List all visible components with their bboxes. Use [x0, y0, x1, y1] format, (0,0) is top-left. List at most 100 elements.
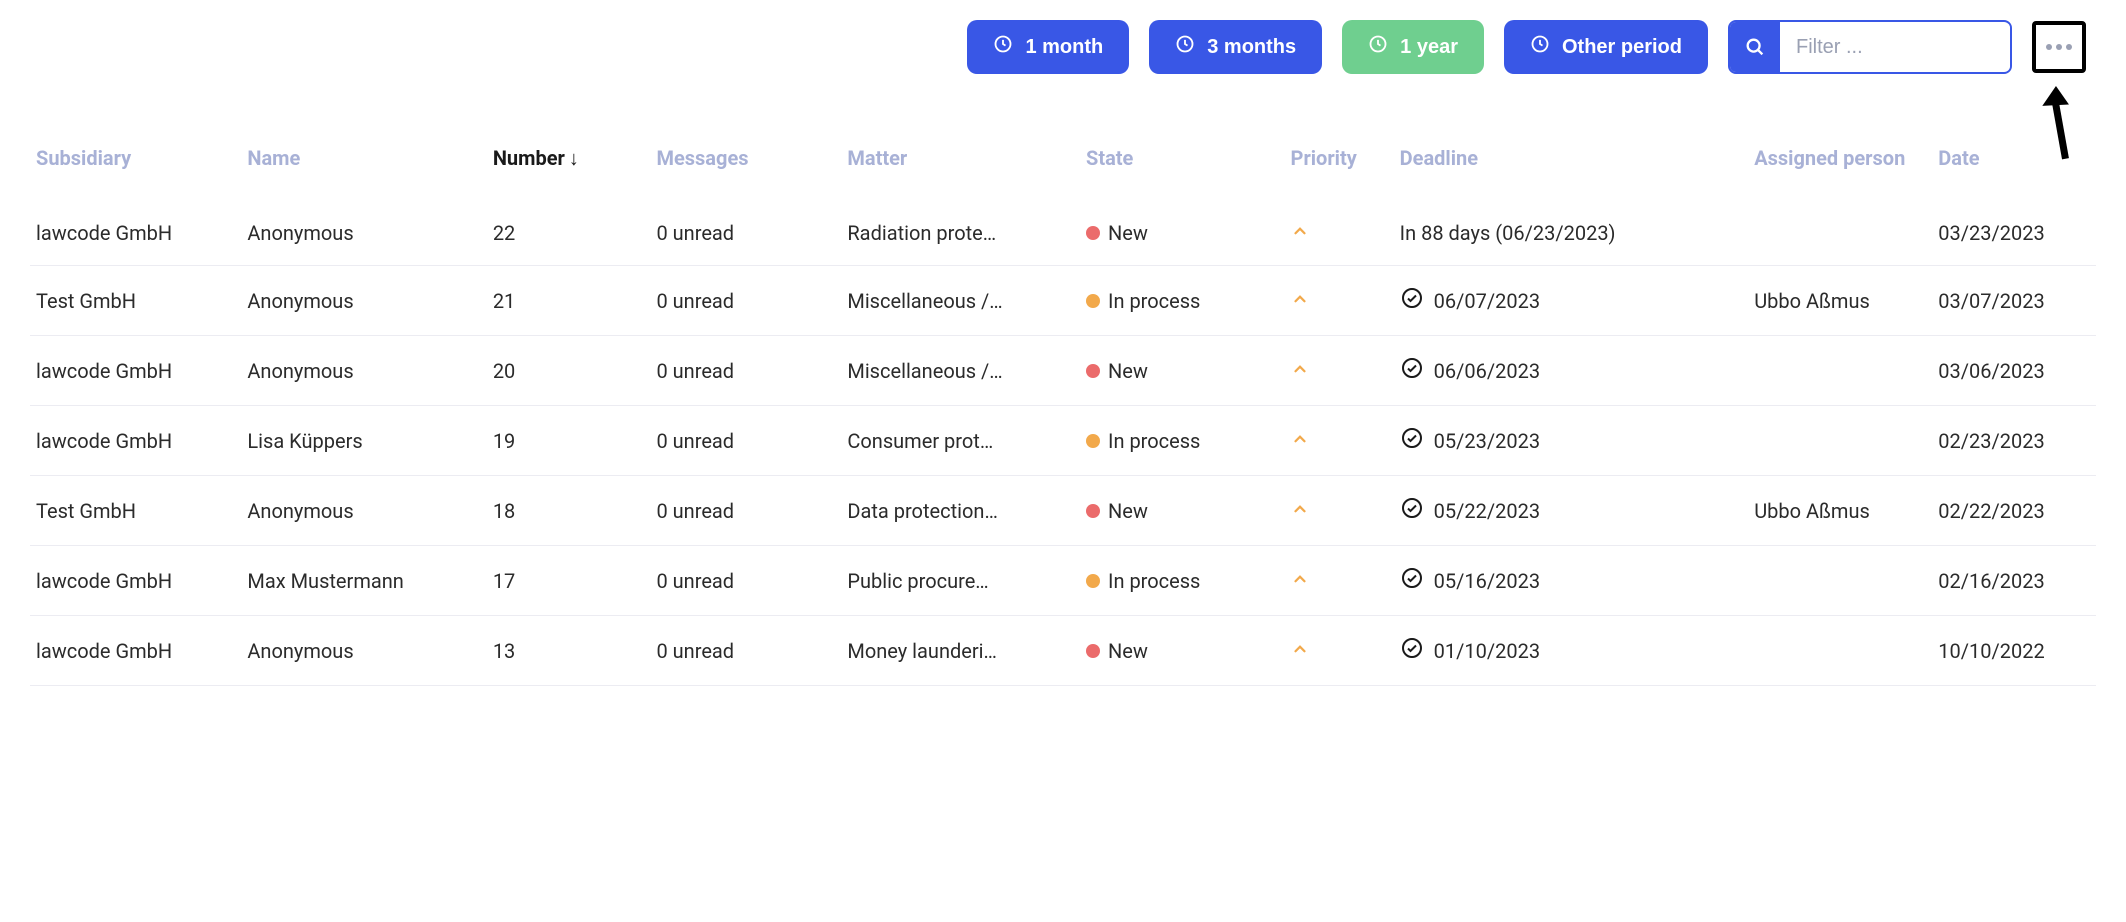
cell-number: 21	[487, 266, 651, 336]
cell-state: In process	[1080, 546, 1285, 616]
clock-icon	[1368, 34, 1388, 60]
check-circle-icon	[1400, 356, 1424, 385]
filter-1-month-label: 1 month	[1025, 36, 1103, 59]
filter-3-months-label: 3 months	[1207, 36, 1296, 59]
cell-deadline: 06/06/2023	[1394, 336, 1749, 406]
table-row[interactable]: lawcode GmbHAnonymous200 unreadMiscellan…	[30, 336, 2096, 406]
cell-deadline: 06/07/2023	[1394, 266, 1749, 336]
cell-assigned	[1748, 336, 1932, 406]
cell-subsidiary: Test GmbH	[30, 476, 241, 546]
state-dot-icon	[1086, 226, 1100, 240]
table-row[interactable]: lawcode GmbHLisa Küppers190 unreadConsum…	[30, 406, 2096, 476]
cell-subsidiary: lawcode GmbH	[30, 406, 241, 476]
cell-date: 10/10/2022	[1932, 616, 2096, 686]
cell-matter: Miscellaneous /…	[841, 266, 1080, 336]
cell-matter: Data protection…	[841, 476, 1080, 546]
cell-assigned	[1748, 201, 1932, 266]
col-name-header[interactable]: Name	[241, 134, 486, 201]
cell-priority	[1285, 476, 1394, 546]
cell-assigned	[1748, 616, 1932, 686]
clock-icon	[993, 34, 1013, 60]
chevron-up-icon	[1291, 639, 1309, 663]
cell-subsidiary: lawcode GmbH	[30, 336, 241, 406]
cell-state: New	[1080, 476, 1285, 546]
col-subsidiary-header[interactable]: Subsidiary	[30, 134, 241, 201]
table-row[interactable]: lawcode GmbHAnonymous220 unreadRadiation…	[30, 201, 2096, 266]
search-input[interactable]	[1780, 24, 2010, 71]
chevron-up-icon	[1291, 359, 1309, 383]
cell-assigned: Ubbo Aßmus	[1748, 266, 1932, 336]
cell-number: 18	[487, 476, 651, 546]
chevron-up-icon	[1291, 569, 1309, 593]
cell-date: 02/16/2023	[1932, 546, 2096, 616]
state-dot-icon	[1086, 644, 1100, 658]
more-options-button[interactable]	[2032, 21, 2086, 73]
col-matter-header[interactable]: Matter	[841, 134, 1080, 201]
cell-number: 19	[487, 406, 651, 476]
check-circle-icon	[1400, 636, 1424, 665]
state-dot-icon	[1086, 434, 1100, 448]
cell-messages: 0 unread	[650, 616, 841, 686]
cell-deadline: 05/16/2023	[1394, 546, 1749, 616]
cell-messages: 0 unread	[650, 406, 841, 476]
state-dot-icon	[1086, 504, 1100, 518]
table-row[interactable]: lawcode GmbHMax Mustermann170 unreadPubl…	[30, 546, 2096, 616]
col-number-header[interactable]: Number↓	[487, 134, 651, 201]
state-dot-icon	[1086, 574, 1100, 588]
chevron-up-icon	[1291, 499, 1309, 523]
clock-icon	[1530, 34, 1550, 60]
filter-1-year-button[interactable]: 1 year	[1342, 20, 1484, 74]
cell-subsidiary: lawcode GmbH	[30, 546, 241, 616]
cell-name: Anonymous	[241, 201, 486, 266]
table-row[interactable]: Test GmbHAnonymous210 unreadMiscellaneou…	[30, 266, 2096, 336]
cell-deadline: 05/22/2023	[1394, 476, 1749, 546]
col-priority-header[interactable]: Priority	[1285, 134, 1394, 201]
search-icon[interactable]	[1730, 22, 1780, 72]
clock-icon	[1175, 34, 1195, 60]
search-wrap	[1728, 20, 2012, 74]
col-assigned-header[interactable]: Assigned person	[1748, 134, 1932, 201]
cell-matter: Miscellaneous /…	[841, 336, 1080, 406]
cell-number: 20	[487, 336, 651, 406]
cell-name: Lisa Küppers	[241, 406, 486, 476]
filter-1-month-button[interactable]: 1 month	[967, 20, 1129, 74]
ellipsis-icon	[2046, 44, 2072, 50]
check-circle-icon	[1400, 426, 1424, 455]
cell-date: 02/22/2023	[1932, 476, 2096, 546]
cell-number: 17	[487, 546, 651, 616]
cell-date: 03/06/2023	[1932, 336, 2096, 406]
check-circle-icon	[1400, 286, 1424, 315]
cell-state: In process	[1080, 266, 1285, 336]
cell-name: Max Mustermann	[241, 546, 486, 616]
col-messages-header[interactable]: Messages	[650, 134, 841, 201]
toolbar: 1 month 3 months 1 year Other period	[30, 20, 2096, 74]
cell-date: 03/07/2023	[1932, 266, 2096, 336]
cell-priority	[1285, 266, 1394, 336]
state-dot-icon	[1086, 364, 1100, 378]
cell-matter: Consumer prot…	[841, 406, 1080, 476]
filter-other-period-button[interactable]: Other period	[1504, 20, 1708, 74]
cell-messages: 0 unread	[650, 336, 841, 406]
cell-messages: 0 unread	[650, 476, 841, 546]
cell-name: Anonymous	[241, 266, 486, 336]
col-date-header[interactable]: Date	[1932, 134, 2096, 201]
filter-3-months-button[interactable]: 3 months	[1149, 20, 1322, 74]
sort-desc-icon: ↓	[569, 146, 579, 170]
cell-state: New	[1080, 201, 1285, 266]
cell-state: New	[1080, 616, 1285, 686]
cell-priority	[1285, 201, 1394, 266]
filter-1-year-label: 1 year	[1400, 36, 1458, 59]
cell-messages: 0 unread	[650, 546, 841, 616]
cell-priority	[1285, 616, 1394, 686]
col-state-header[interactable]: State	[1080, 134, 1285, 201]
cell-priority	[1285, 546, 1394, 616]
table-row[interactable]: lawcode GmbHAnonymous130 unreadMoney lau…	[30, 616, 2096, 686]
col-deadline-header[interactable]: Deadline	[1394, 134, 1749, 201]
cell-date: 02/23/2023	[1932, 406, 2096, 476]
cell-assigned	[1748, 546, 1932, 616]
table-row[interactable]: Test GmbHAnonymous180 unreadData protect…	[30, 476, 2096, 546]
cell-subsidiary: lawcode GmbH	[30, 616, 241, 686]
table-header-row: Subsidiary Name Number↓ Messages Matter …	[30, 134, 2096, 201]
cell-priority	[1285, 336, 1394, 406]
cell-date: 03/23/2023	[1932, 201, 2096, 266]
